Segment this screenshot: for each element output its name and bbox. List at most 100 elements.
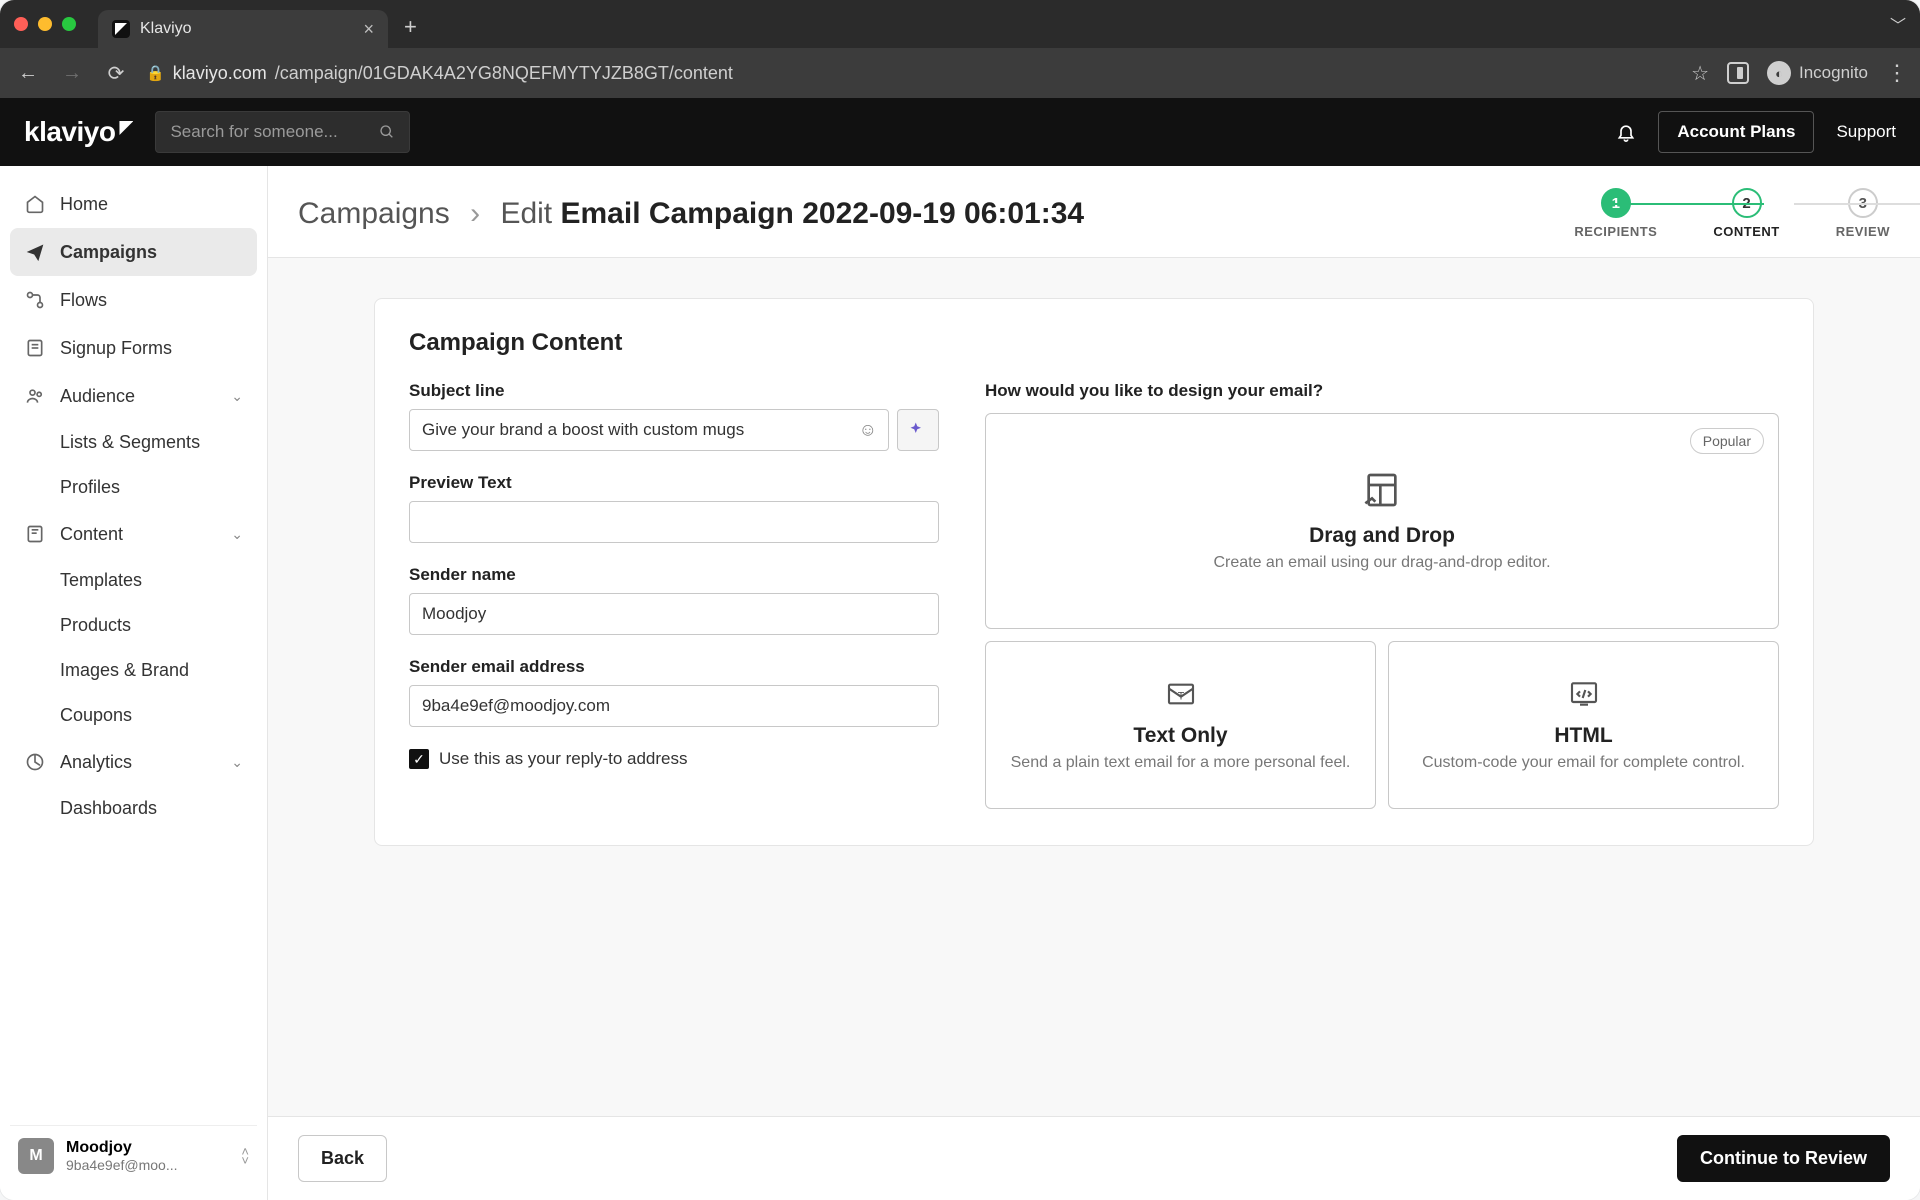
sidebar-item-audience[interactable]: Audience ⌄: [10, 372, 257, 420]
chevron-down-icon: ⌄: [231, 754, 243, 771]
home-icon: [24, 193, 46, 215]
step-review[interactable]: 3 REVIEW: [1836, 188, 1890, 239]
design-option-drag-drop[interactable]: Popular Drag and Drop Create an email us…: [985, 413, 1779, 629]
sidebar-item-profiles[interactable]: Profiles: [10, 465, 257, 510]
forward-button[interactable]: →: [58, 62, 86, 85]
preview-text-input[interactable]: [409, 501, 939, 543]
reply-to-checkbox[interactable]: ✓ Use this as your reply-to address: [409, 749, 939, 769]
back-button[interactable]: Back: [298, 1135, 387, 1182]
bookmark-icon[interactable]: ☆: [1691, 61, 1709, 86]
sender-email-input[interactable]: [409, 685, 939, 727]
popular-badge: Popular: [1690, 428, 1764, 454]
sidebar-item-label: Campaigns: [60, 242, 157, 263]
code-icon: [1568, 678, 1600, 710]
incognito-indicator[interactable]: ◐ Incognito: [1767, 61, 1868, 85]
subject-line-input[interactable]: [409, 409, 889, 451]
campaign-content-card: Campaign Content Subject line ☺: [374, 298, 1814, 846]
support-link[interactable]: Support: [1836, 122, 1896, 142]
sidebar-item-label: Images & Brand: [60, 660, 189, 680]
logo[interactable]: klaviyo: [24, 116, 133, 148]
subject-line-label: Subject line: [409, 381, 939, 401]
sidebar-item-label: Flows: [60, 290, 107, 311]
breadcrumb-root[interactable]: Campaigns: [298, 197, 450, 230]
extensions-icon[interactable]: [1727, 62, 1749, 84]
app-header: klaviyo Search for someone... Account Pl…: [0, 98, 1920, 166]
sidebar-item-analytics[interactable]: Analytics ⌄: [10, 738, 257, 786]
step-content[interactable]: 2 CONTENT: [1713, 188, 1779, 239]
search-icon: [379, 124, 395, 140]
design-option-text-only[interactable]: T Text Only Send a plain text email for …: [985, 641, 1376, 809]
incognito-label: Incognito: [1799, 63, 1868, 83]
new-tab-button[interactable]: +: [404, 14, 417, 40]
chevron-down-icon: ⌄: [231, 388, 243, 405]
analytics-icon: [24, 751, 46, 773]
step-recipients[interactable]: 1 RECIPIENTS: [1574, 188, 1657, 239]
notifications-icon[interactable]: [1616, 122, 1636, 142]
layout-icon: [1362, 470, 1402, 510]
continue-button[interactable]: Continue to Review: [1677, 1135, 1890, 1182]
sidebar-item-home[interactable]: Home: [10, 180, 257, 228]
text-icon: T: [1165, 678, 1197, 710]
window-maximize-icon[interactable]: [62, 17, 76, 31]
sidebar-item-images-brand[interactable]: Images & Brand: [10, 648, 257, 693]
sender-name-label: Sender name: [409, 565, 939, 585]
sidebar-item-campaigns[interactable]: Campaigns: [10, 228, 257, 276]
updown-icon: ˄˅: [241, 1147, 249, 1165]
step-number: 3: [1848, 188, 1878, 218]
account-plans-button[interactable]: Account Plans: [1658, 111, 1814, 153]
option-desc: Create an email using our drag-and-drop …: [1213, 554, 1550, 572]
sidebar-item-products[interactable]: Products: [10, 603, 257, 648]
browser-tab-bar: Klaviyo × + ﹀: [0, 0, 1920, 48]
url-host: klaviyo.com: [173, 63, 267, 84]
reply-to-label: Use this as your reply-to address: [439, 749, 688, 769]
option-title: Drag and Drop: [1309, 524, 1455, 548]
audience-icon: [24, 385, 46, 407]
window-close-icon[interactable]: [14, 17, 28, 31]
search-placeholder: Search for someone...: [170, 122, 337, 142]
step-label: RECIPIENTS: [1574, 224, 1657, 239]
emoji-icon[interactable]: ☺: [859, 420, 877, 441]
design-option-html[interactable]: HTML Custom-code your email for complete…: [1388, 641, 1779, 809]
sidebar-item-label: Home: [60, 194, 108, 215]
option-title: Text Only: [1133, 724, 1227, 748]
chevron-down-icon: ⌄: [231, 526, 243, 543]
back-button[interactable]: ←: [14, 62, 42, 85]
sidebar-item-dashboards[interactable]: Dashboards: [10, 786, 257, 831]
breadcrumb-action: Edit: [500, 197, 552, 230]
chevron-right-icon: ›: [470, 197, 480, 230]
sidebar-item-label: Analytics: [60, 752, 132, 773]
tabs-menu-icon[interactable]: ﹀: [1890, 12, 1906, 36]
tab-close-icon[interactable]: ×: [363, 19, 374, 40]
window-minimize-icon[interactable]: [38, 17, 52, 31]
option-desc: Custom-code your email for complete cont…: [1422, 754, 1745, 772]
sidebar-item-label: Coupons: [60, 705, 132, 725]
tab-title: Klaviyo: [140, 20, 192, 38]
search-input[interactable]: Search for someone...: [155, 111, 410, 153]
reload-button[interactable]: ⟳: [102, 61, 130, 86]
checkbox-checked-icon: ✓: [409, 749, 429, 769]
step-label: CONTENT: [1713, 224, 1779, 239]
sidebar-item-signup-forms[interactable]: Signup Forms: [10, 324, 257, 372]
address-bar[interactable]: 🔒 klaviyo.com/campaign/01GDAK4A2YG8NQEFM…: [146, 63, 1675, 84]
account-switcher[interactable]: M Moodjoy 9ba4e9ef@moo... ˄˅: [10, 1125, 257, 1186]
sidebar-item-coupons[interactable]: Coupons: [10, 693, 257, 738]
browser-menu-icon[interactable]: ⋮: [1886, 60, 1906, 86]
sidebar-item-content[interactable]: Content ⌄: [10, 510, 257, 558]
flows-icon: [24, 289, 46, 311]
content-icon: [24, 523, 46, 545]
ai-suggest-button[interactable]: [897, 409, 939, 451]
sidebar-item-label: Dashboards: [60, 798, 157, 818]
window-controls: [14, 17, 76, 31]
browser-tab[interactable]: Klaviyo ×: [98, 10, 388, 48]
sidebar-item-flows[interactable]: Flows: [10, 276, 257, 324]
option-desc: Send a plain text email for a more perso…: [1011, 754, 1351, 772]
sidebar-item-lists-segments[interactable]: Lists & Segments: [10, 420, 257, 465]
sidebar: Home Campaigns Flows Signup Forms Audien…: [0, 166, 268, 1200]
sidebar-item-label: Signup Forms: [60, 338, 172, 359]
step-label: REVIEW: [1836, 224, 1890, 239]
design-question-label: How would you like to design your email?: [985, 381, 1779, 401]
sender-name-input[interactable]: [409, 593, 939, 635]
svg-text:T: T: [1177, 690, 1184, 702]
sidebar-item-templates[interactable]: Templates: [10, 558, 257, 603]
favicon-icon: [112, 20, 130, 38]
